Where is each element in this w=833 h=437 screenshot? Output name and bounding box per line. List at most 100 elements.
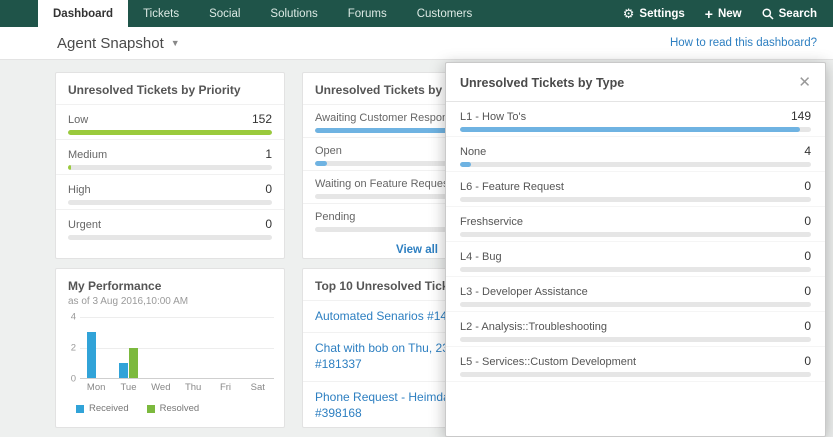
x-tick: Mon bbox=[86, 382, 106, 393]
row-label: Freshservice bbox=[460, 216, 523, 228]
bar-track bbox=[460, 127, 811, 132]
tab-tickets[interactable]: Tickets bbox=[128, 0, 194, 27]
type-row-l5: L5 - Services::Custom Development 0 bbox=[446, 347, 825, 382]
x-tick: Sat bbox=[250, 382, 265, 393]
row-label: L1 - How To's bbox=[460, 111, 527, 123]
bar-track bbox=[460, 372, 811, 377]
tab-social[interactable]: Social bbox=[194, 0, 255, 27]
close-icon[interactable]: ✕ bbox=[798, 75, 811, 90]
x-tick: Fri bbox=[219, 382, 232, 393]
bar-track bbox=[68, 235, 272, 240]
bar-group-tue bbox=[112, 317, 144, 378]
tab-solutions[interactable]: Solutions bbox=[255, 0, 332, 27]
row-label: Urgent bbox=[68, 219, 102, 231]
performance-chart: 4 2 0 bbox=[56, 312, 284, 385]
chevron-down-icon: ▼ bbox=[170, 38, 180, 48]
x-axis-labels: Mon Tue Wed Thu Fri Sat bbox=[56, 379, 284, 393]
x-tick: Tue bbox=[120, 382, 137, 393]
progress-bar bbox=[460, 162, 471, 167]
dashboard-selector[interactable]: Agent Snapshot ▼ bbox=[57, 35, 180, 52]
row-value: 0 bbox=[804, 214, 811, 228]
widget-title: Unresolved Tickets by Priority bbox=[68, 83, 241, 97]
row-label: Pending bbox=[315, 211, 356, 223]
row-label: L6 - Feature Request bbox=[460, 181, 564, 193]
progress-bar bbox=[68, 165, 72, 170]
bar-track bbox=[460, 162, 811, 167]
bar-received bbox=[86, 332, 96, 378]
row-value: 4 bbox=[804, 144, 811, 158]
y-axis: 4 2 0 bbox=[64, 312, 80, 385]
modal-title: Unresolved Tickets by Type bbox=[460, 75, 625, 90]
progress-bar bbox=[68, 130, 272, 135]
type-row-l2: L2 - Analysis::Troubleshooting 0 bbox=[446, 312, 825, 347]
search-button[interactable]: Search bbox=[762, 8, 817, 20]
search-label: Search bbox=[778, 7, 817, 20]
row-value: 152 bbox=[251, 112, 272, 126]
bar-group-wed bbox=[145, 317, 177, 378]
new-button[interactable]: + New bbox=[705, 7, 742, 21]
plot-area bbox=[80, 317, 274, 379]
settings-button[interactable]: ⚙ Settings bbox=[623, 7, 685, 20]
bar-track bbox=[460, 232, 811, 237]
bar-group-thu bbox=[177, 317, 209, 378]
row-label: L5 - Services::Custom Development bbox=[460, 356, 637, 368]
tab-dashboard[interactable]: Dashboard bbox=[38, 0, 129, 27]
y-tick: 2 bbox=[70, 342, 76, 354]
row-label: L2 - Analysis::Troubleshooting bbox=[460, 321, 607, 333]
row-label: Awaiting Customer Response bbox=[315, 112, 460, 124]
row-value: 0 bbox=[804, 354, 811, 368]
bar-track bbox=[68, 165, 272, 170]
bar-resolved bbox=[128, 347, 138, 378]
y-tick: 0 bbox=[70, 373, 76, 385]
bar-group-sat bbox=[242, 317, 274, 378]
progress-bar bbox=[460, 127, 801, 132]
bar-received bbox=[118, 362, 128, 378]
nav-tabs: Dashboard Tickets Social Solutions Forum… bbox=[38, 0, 487, 27]
plus-icon: + bbox=[704, 5, 713, 22]
row-label: High bbox=[68, 184, 91, 196]
type-row-freshservice: Freshservice 0 bbox=[446, 207, 825, 242]
tab-forums[interactable]: Forums bbox=[333, 0, 402, 27]
priority-row-low: Low 152 bbox=[56, 104, 284, 139]
bar-track bbox=[460, 267, 811, 272]
progress-bar bbox=[315, 161, 328, 166]
priority-row-medium: Medium 1 bbox=[56, 139, 284, 174]
type-row-l4: L4 - Bug 0 bbox=[446, 242, 825, 277]
new-label: New bbox=[717, 7, 742, 20]
legend-received: Received bbox=[76, 403, 129, 414]
legend-resolved: Resolved bbox=[146, 403, 200, 414]
y-tick: 4 bbox=[70, 311, 76, 323]
settings-label: Settings bbox=[639, 7, 685, 20]
row-value: 0 bbox=[804, 284, 811, 298]
page-title: Agent Snapshot bbox=[57, 34, 164, 52]
row-value: 149 bbox=[790, 109, 811, 123]
legend-swatch-resolved bbox=[146, 404, 155, 413]
widget-my-performance: My Performance as of 3 Aug 2016,10:00 AM… bbox=[55, 268, 285, 428]
x-tick: Thu bbox=[184, 382, 202, 393]
legend-label: Resolved bbox=[159, 403, 200, 414]
type-row-l6: L6 - Feature Request 0 bbox=[446, 172, 825, 207]
legend-swatch-received bbox=[76, 404, 84, 413]
bar-track bbox=[460, 337, 811, 342]
row-label: None bbox=[460, 146, 487, 158]
unresolved-by-type-modal: Unresolved Tickets by Type ✕ L1 - How To… bbox=[445, 62, 826, 437]
chart-legend: Received Resolved bbox=[56, 393, 284, 414]
row-label: Medium bbox=[68, 149, 108, 161]
top-nav: Dashboard Tickets Social Solutions Forum… bbox=[0, 0, 833, 27]
legend-label: Received bbox=[89, 403, 129, 414]
priority-row-urgent: Urgent 0 bbox=[56, 209, 284, 244]
bar-track bbox=[68, 130, 272, 135]
type-row-l3: L3 - Developer Assistance 0 bbox=[446, 277, 825, 312]
tab-customers[interactable]: Customers bbox=[402, 0, 488, 27]
help-link[interactable]: How to read this dashboard? bbox=[670, 37, 817, 49]
type-row-l1: L1 - How To's 149 bbox=[446, 102, 825, 137]
bar-track bbox=[68, 200, 272, 205]
gear-icon: ⚙ bbox=[622, 6, 635, 21]
row-value: 0 bbox=[265, 217, 272, 231]
row-value: 0 bbox=[804, 319, 811, 333]
bar-group-fri bbox=[209, 317, 241, 378]
row-label: Waiting on Feature Request bbox=[315, 178, 452, 190]
row-value: 0 bbox=[804, 179, 811, 193]
row-label: L3 - Developer Assistance bbox=[460, 286, 588, 298]
bar-track bbox=[460, 197, 811, 202]
